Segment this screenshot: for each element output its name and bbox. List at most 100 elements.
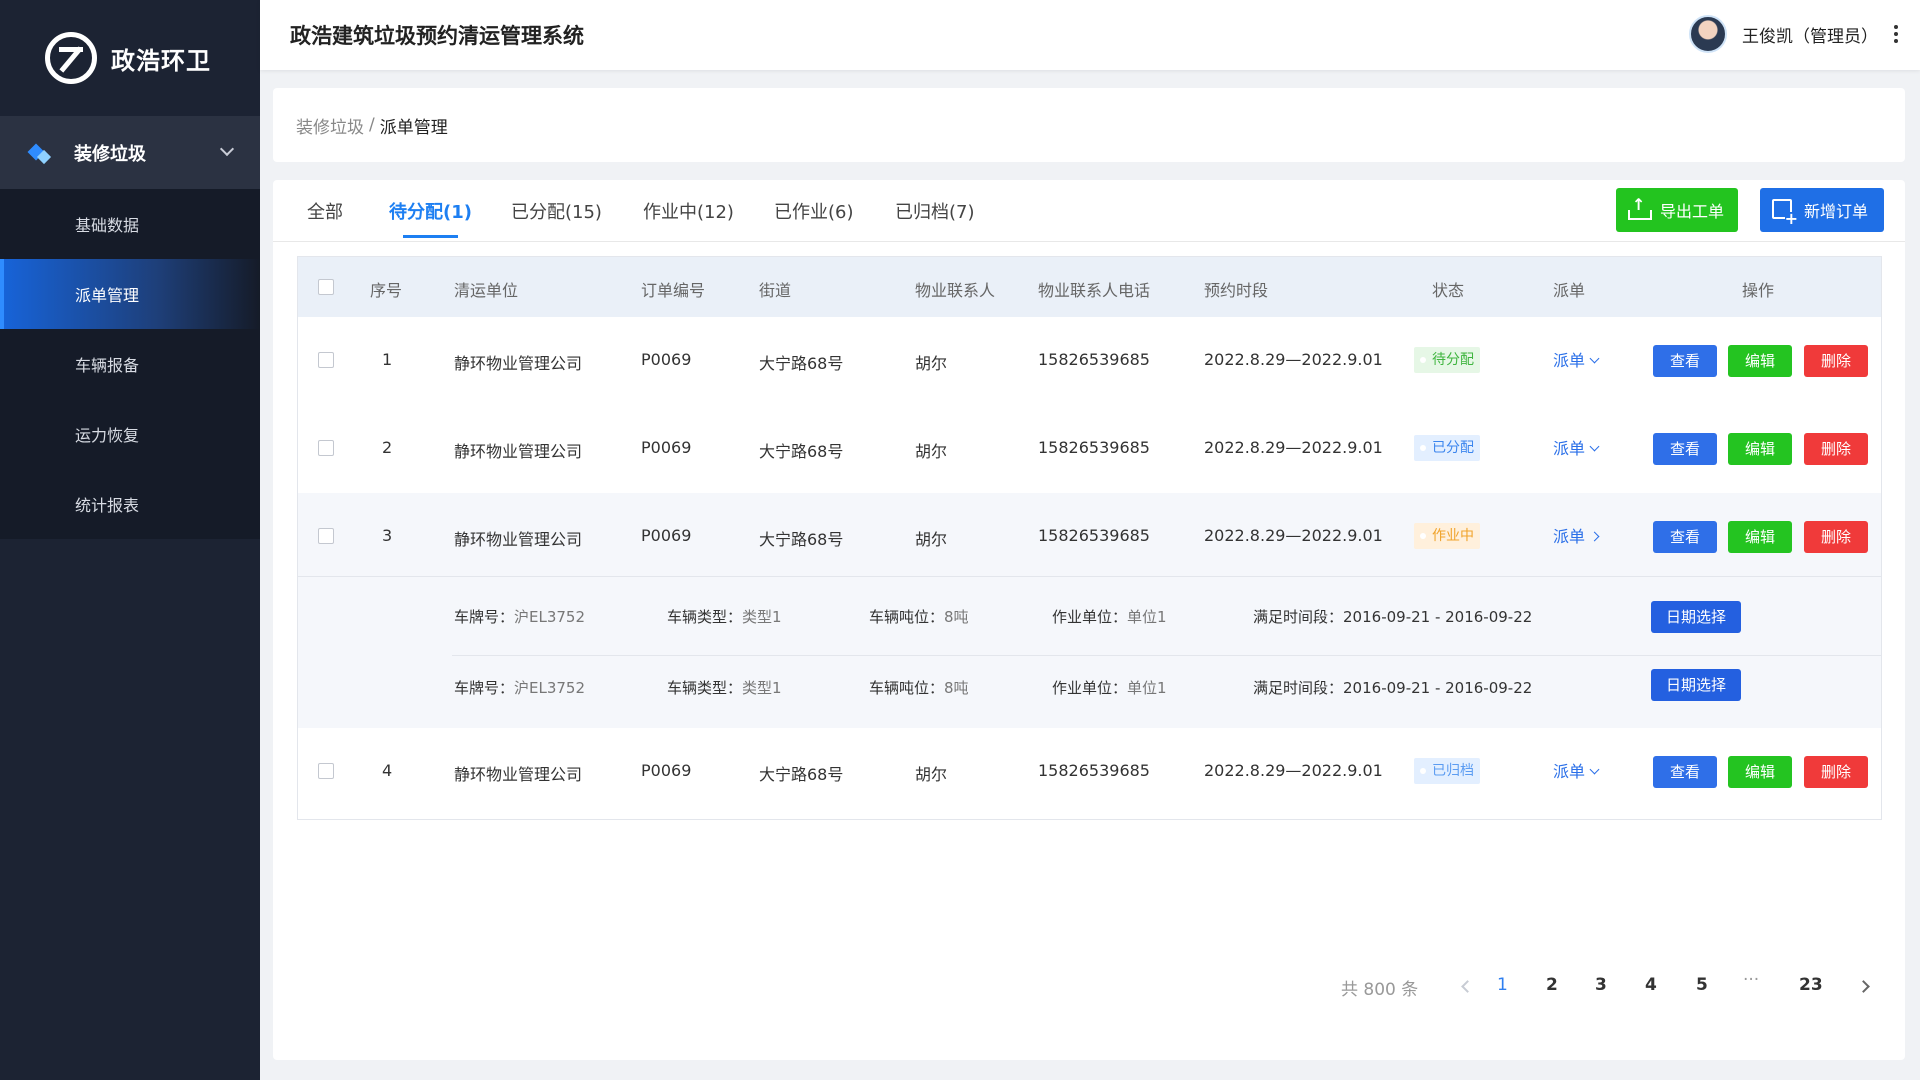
view-button[interactable]: 查看 xyxy=(1653,756,1717,788)
sidebar: 政浩环卫 装修垃圾 基础数据 派单管理 车辆报备 运力恢复 统计报表 xyxy=(0,0,260,1080)
page-4[interactable]: 4 xyxy=(1645,975,1657,995)
edit-button[interactable]: 编辑 xyxy=(1728,345,1792,377)
delete-button[interactable]: 删除 xyxy=(1804,433,1868,465)
row-unit: 静环物业管理公司 xyxy=(454,354,583,373)
brand-logo: 政浩环卫 xyxy=(0,0,260,116)
detail-tonnage: 车辆吨位：8吨 xyxy=(869,608,969,626)
breadcrumb: 装修垃圾 / 派单管理 xyxy=(273,88,1905,162)
row-phone: 15826539685 xyxy=(1038,761,1150,780)
export-button[interactable]: 导出工单 xyxy=(1616,188,1738,232)
row-period: 2022.8.29—2022.9.01 xyxy=(1204,761,1383,780)
table-row: 3 静环物业管理公司 P0069 大宁路68号 胡尔 15826539685 2… xyxy=(298,493,1881,581)
row-street: 大宁路68号 xyxy=(759,530,844,549)
edit-button[interactable]: 编辑 xyxy=(1728,756,1792,788)
chevron-left-icon[interactable] xyxy=(1461,980,1474,993)
detail-work-unit: 作业单位：单位1 xyxy=(1052,679,1167,697)
tab-pending[interactable]: 待分配(1) xyxy=(389,198,472,238)
chevron-right-icon[interactable] xyxy=(1857,980,1870,993)
view-button[interactable]: 查看 xyxy=(1653,521,1717,553)
delete-button[interactable]: 删除 xyxy=(1804,345,1868,377)
col-no: 序号 xyxy=(370,281,403,300)
row-checkbox[interactable] xyxy=(318,528,334,544)
row-unit: 静环物业管理公司 xyxy=(454,442,583,461)
col-period: 预约时段 xyxy=(1204,281,1269,300)
user-menu[interactable]: 王俊凯（管理员） xyxy=(1689,15,1898,53)
row-period: 2022.8.29—2022.9.01 xyxy=(1204,350,1383,369)
dispatch-dropdown[interactable]: 派单 xyxy=(1553,758,1600,782)
sidebar-item-basic-data[interactable]: 基础数据 xyxy=(0,189,260,259)
tab-in-progress[interactable]: 作业中(12) xyxy=(643,198,734,224)
detail-time-range: 满足时间段：2016-09-21 - 2016-09-22 xyxy=(1253,679,1533,697)
dispatch-detail-panel: 车牌号：沪EL3752 车辆类型：类型1 车辆吨位：8吨 作业单位：单位1 满足… xyxy=(298,576,1881,728)
status-badge: 作业中 xyxy=(1414,523,1480,549)
breadcrumb-current: 派单管理 xyxy=(379,117,448,138)
new-order-button[interactable]: 新增订单 xyxy=(1760,188,1884,232)
dispatch-dropdown[interactable]: 派单 xyxy=(1553,435,1600,459)
row-checkbox[interactable] xyxy=(318,352,334,368)
new-document-icon xyxy=(1772,199,1798,226)
chevron-down-icon xyxy=(1589,353,1600,364)
row-contact: 胡尔 xyxy=(915,765,948,784)
new-order-label: 新增订单 xyxy=(1804,202,1869,221)
table-row: 4 静环物业管理公司 P0069 大宁路68号 胡尔 15826539685 2… xyxy=(298,728,1881,816)
row-checkbox[interactable] xyxy=(318,763,334,779)
delete-button[interactable]: 删除 xyxy=(1804,521,1868,553)
tab-all[interactable]: 全部 xyxy=(307,198,343,224)
table-row: 2 静环物业管理公司 P0069 大宁路68号 胡尔 15826539685 2… xyxy=(298,405,1881,493)
breadcrumb-parent[interactable]: 装修垃圾 xyxy=(296,113,364,138)
sidebar-item-dispatch-management[interactable]: 派单管理 xyxy=(0,259,260,329)
row-order: P0069 xyxy=(641,438,692,457)
page-3[interactable]: 3 xyxy=(1595,975,1607,995)
more-options-icon[interactable] xyxy=(1894,25,1898,43)
edit-button[interactable]: 编辑 xyxy=(1728,433,1792,465)
sidebar-group-label: 装修垃圾 xyxy=(74,143,146,165)
row-contact: 胡尔 xyxy=(915,442,948,461)
pagination-ellipsis[interactable]: ··· xyxy=(1743,970,1759,990)
row-street: 大宁路68号 xyxy=(759,354,844,373)
detail-plate: 车牌号：沪EL3752 xyxy=(454,679,586,697)
view-button[interactable]: 查看 xyxy=(1653,345,1717,377)
dispatch-label: 派单 xyxy=(1553,439,1586,458)
date-select-button[interactable]: 日期选择 xyxy=(1651,669,1741,701)
row-street: 大宁路68号 xyxy=(759,442,844,461)
status-badge: 已分配 xyxy=(1414,435,1480,461)
tab-assigned[interactable]: 已分配(15) xyxy=(511,198,602,224)
divider xyxy=(298,576,1881,577)
dispatch-dropdown[interactable]: 派单 xyxy=(1553,523,1600,547)
tab-completed[interactable]: 已作业(6) xyxy=(774,198,854,224)
sidebar-item-statistics-report[interactable]: 统计报表 xyxy=(0,469,260,539)
row-checkbox[interactable] xyxy=(318,440,334,456)
select-all-checkbox[interactable] xyxy=(318,279,334,295)
breadcrumb-separator: / xyxy=(369,115,375,135)
row-phone: 15826539685 xyxy=(1038,350,1150,369)
edit-button[interactable]: 编辑 xyxy=(1728,521,1792,553)
page-last[interactable]: 23 xyxy=(1799,975,1823,995)
row-contact: 胡尔 xyxy=(915,530,948,549)
row-no: 4 xyxy=(382,761,393,780)
date-select-button[interactable]: 日期选择 xyxy=(1651,601,1741,633)
sidebar-group-decoration-waste[interactable]: 装修垃圾 xyxy=(0,116,260,189)
sidebar-submenu: 基础数据 派单管理 车辆报备 运力恢复 统计报表 xyxy=(0,189,260,539)
detail-time-range: 满足时间段：2016-09-21 - 2016-09-22 xyxy=(1253,608,1533,626)
delete-button[interactable]: 删除 xyxy=(1804,756,1868,788)
status-badge: 待分配 xyxy=(1414,347,1480,373)
sidebar-item-vehicle-registration[interactable]: 车辆报备 xyxy=(0,329,260,399)
sidebar-item-capacity-recovery[interactable]: 运力恢复 xyxy=(0,399,260,469)
col-street: 街道 xyxy=(759,281,792,300)
dispatch-dropdown[interactable]: 派单 xyxy=(1553,347,1600,371)
main-panel: 全部 待分配(1) 已分配(15) 作业中(12) 已作业(6) 已归档(7) … xyxy=(273,180,1905,1060)
dispatch-label: 派单 xyxy=(1553,762,1586,781)
col-status: 状态 xyxy=(1432,281,1465,300)
view-button[interactable]: 查看 xyxy=(1653,433,1717,465)
avatar[interactable] xyxy=(1689,15,1727,53)
detail-tonnage: 车辆吨位：8吨 xyxy=(869,679,969,697)
user-name[interactable]: 王俊凯（管理员） xyxy=(1742,22,1878,47)
page-1[interactable]: 1 xyxy=(1497,975,1508,995)
upload-icon xyxy=(1628,195,1652,220)
page-2[interactable]: 2 xyxy=(1546,975,1558,995)
tab-archived[interactable]: 已归档(7) xyxy=(895,198,975,224)
divider xyxy=(452,655,1881,656)
row-unit: 静环物业管理公司 xyxy=(454,765,583,784)
page-5[interactable]: 5 xyxy=(1696,975,1708,995)
chevron-down-icon xyxy=(219,141,235,157)
